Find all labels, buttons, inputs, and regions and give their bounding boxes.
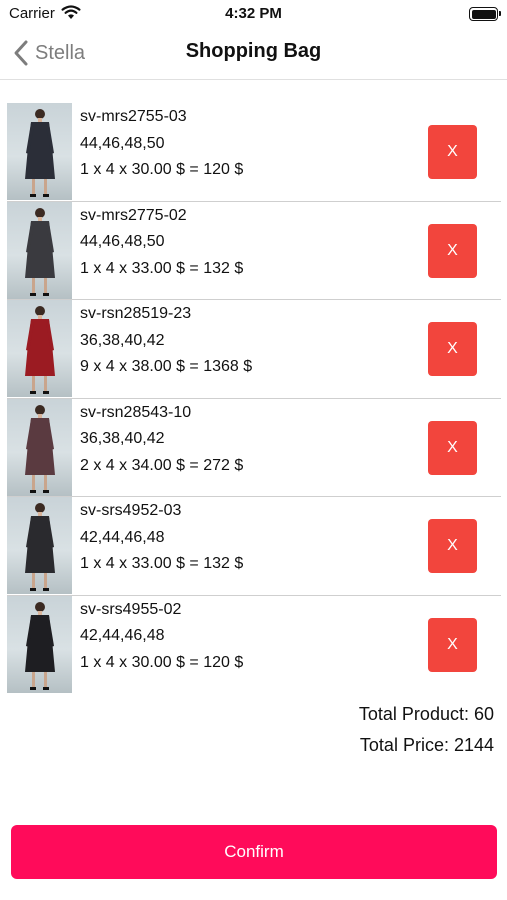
product-price-calc: 1 x 4 x 30.00 $ = 120 $ <box>80 161 244 178</box>
product-sizes: 36,38,40,42 <box>80 430 165 448</box>
product-image <box>7 300 72 398</box>
status-bar: Carrier 4:32 PM <box>0 0 507 28</box>
confirm-button[interactable]: Confirm <box>11 825 497 879</box>
product-price-calc: 1 x 4 x 30.00 $ = 120 $ <box>80 653 244 671</box>
bag-item: sv-rsn28543-10 36,38,40,42 2 x 4 x 34.00… <box>7 398 501 498</box>
product-code: sv-rsn28519-23 <box>80 305 192 323</box>
battery-icon <box>469 7 501 21</box>
product-price-calc: 9 x 4 x 38.00 $ = 1368 $ <box>80 358 253 376</box>
remove-item-button[interactable]: X <box>428 322 477 377</box>
product-image <box>7 497 72 595</box>
navigation-bar: Stella Shopping Bag <box>0 28 507 80</box>
bag-item: sv-srs4955-02 42,44,46,48 1 x 4 x 30.00 … <box>7 595 501 695</box>
bag-item: sv-srs4952-03 42,44,46,48 1 x 4 x 33.00 … <box>7 497 501 596</box>
bag-item: sv-rsn28519-23 36,38,40,42 9 x 4 x 38.00… <box>7 300 501 399</box>
product-code: sv-mrs2775-02 <box>80 206 187 224</box>
remove-item-button[interactable]: X <box>428 125 477 179</box>
remove-item-button[interactable]: X <box>428 223 477 278</box>
remove-item-button[interactable]: X <box>428 420 477 475</box>
product-price-calc: 1 x 4 x 33.00 $ = 132 $ <box>80 555 244 573</box>
product-sizes: 42,44,46,48 <box>80 627 165 645</box>
bag-item: sv-mrs2775-02 44,46,48,50 1 x 4 x 33.00 … <box>7 201 501 301</box>
product-sizes: 36,38,40,42 <box>80 331 165 349</box>
product-code: sv-rsn28543-10 <box>80 403 192 421</box>
page-title: Shopping Bag <box>185 40 322 62</box>
product-price-calc: 1 x 4 x 33.00 $ = 132 $ <box>80 259 244 277</box>
product-image <box>7 103 72 200</box>
product-code: sv-mrs2755-03 <box>80 108 187 125</box>
product-price-calc: 2 x 4 x 34.00 $ = 272 $ <box>80 456 244 474</box>
remove-item-button[interactable]: X <box>428 519 477 574</box>
bag-item: sv-mrs2755-03 44,46,48,50 1 x 4 x 30.00 … <box>7 103 501 202</box>
total-product: Total Product: 60 <box>358 704 494 724</box>
total-price: Total Price: 2144 <box>359 735 494 755</box>
product-code: sv-srs4955-02 <box>80 600 182 618</box>
product-code: sv-srs4952-03 <box>80 502 182 520</box>
status-time: 4:32 PM <box>225 5 282 22</box>
product-image <box>7 595 72 693</box>
bag-item-list: sv-mrs2755-03 44,46,48,50 1 x 4 x 30.00 … <box>7 103 501 695</box>
product-image <box>7 201 72 299</box>
remove-item-button[interactable]: X <box>428 617 477 672</box>
product-sizes: 44,46,48,50 <box>80 134 165 152</box>
product-sizes: 44,46,48,50 <box>80 233 165 251</box>
product-sizes: 42,44,46,48 <box>80 528 165 546</box>
product-image <box>7 398 72 496</box>
order-totals: Total Product: 60 Total Price: 2144 <box>359 699 494 761</box>
